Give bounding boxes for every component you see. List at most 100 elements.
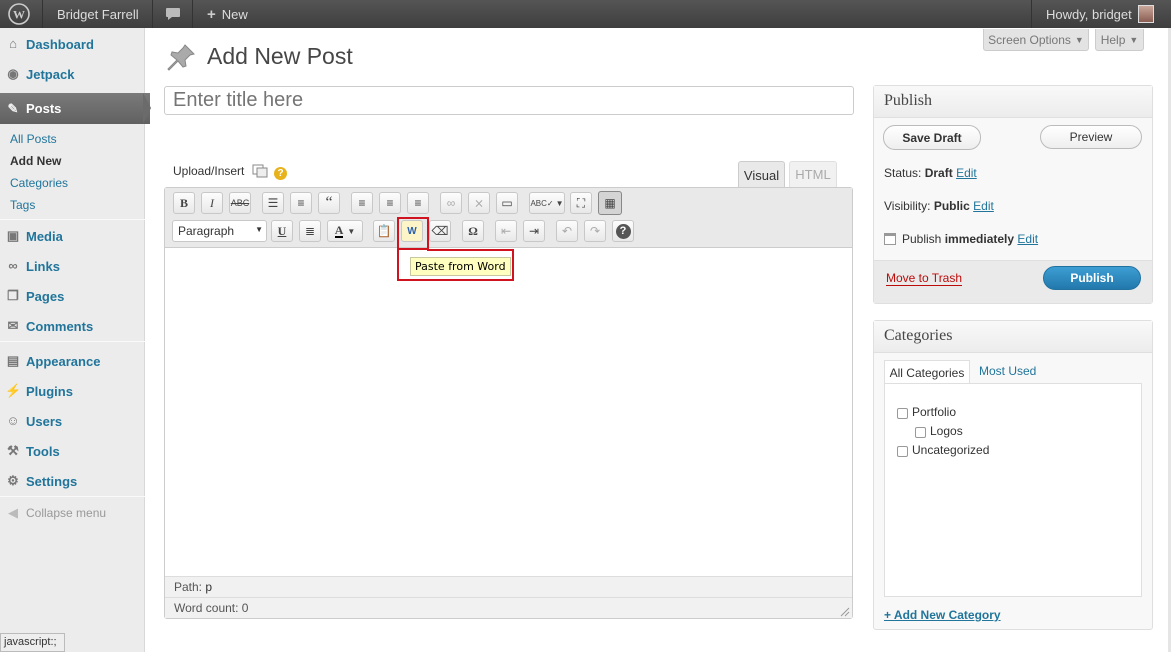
menu-divider — [0, 341, 145, 342]
highlight-box — [397, 217, 429, 250]
outdent-button[interactable]: ⇤ — [495, 220, 517, 242]
post-title-input[interactable] — [164, 86, 854, 115]
add-poll-icon[interactable]: ? — [274, 167, 287, 180]
sidebar-item-media[interactable]: ▣ Media — [0, 221, 143, 251]
unlink-button[interactable]: ⨯ — [468, 192, 490, 214]
submenu-all-posts[interactable]: All Posts — [10, 132, 57, 146]
kitchen-sink-toggle[interactable]: ▦ — [598, 191, 622, 215]
preview-button[interactable]: Preview — [1040, 125, 1142, 149]
help-button[interactable]: ? — [612, 220, 634, 242]
schedule-value: immediately — [944, 232, 1015, 246]
underline-button[interactable]: U — [271, 220, 293, 242]
undo-icon: ↶ — [561, 224, 573, 238]
move-to-trash-link[interactable]: Move to Trash — [886, 271, 963, 286]
sidebar-item-plugins[interactable]: ⚡ Plugins — [0, 376, 143, 406]
comments-bubble-icon[interactable] — [165, 0, 181, 28]
chevron-down-icon: ▼ — [347, 226, 356, 236]
sidebar-item-posts[interactable]: ✎ Posts — [0, 93, 143, 124]
edit-visibility-link[interactable]: Edit — [973, 199, 994, 213]
link-icon: ∞ — [446, 196, 456, 210]
resize-handle-icon[interactable] — [839, 605, 850, 617]
bullet-list-button[interactable]: ☰ — [262, 192, 284, 214]
remove-format-button[interactable]: ⌫ — [429, 220, 451, 242]
appearance-icon: ▤ — [6, 353, 20, 368]
sidebar-item-comments[interactable]: ✉ Comments — [0, 311, 143, 341]
omega-icon: Ω — [468, 223, 478, 238]
strikethrough-button[interactable]: ABC — [229, 192, 251, 214]
new-content-button[interactable]: + New — [207, 0, 248, 28]
spellcheck-button[interactable]: ABC✓ ▼ — [529, 192, 565, 214]
menu-divider — [0, 496, 145, 497]
collapse-menu-button[interactable]: ◀ Collapse menu — [0, 498, 143, 528]
chevron-down-icon: ▼ — [255, 225, 263, 234]
sidebar-item-jetpack[interactable]: ◉ Jetpack — [0, 59, 143, 89]
category-checkbox[interactable] — [897, 446, 908, 457]
submenu-tags[interactable]: Tags — [10, 198, 35, 212]
insert-more-button[interactable]: ▭ — [496, 192, 518, 214]
edit-status-link[interactable]: Edit — [956, 166, 977, 180]
status-value: Draft — [924, 166, 953, 180]
sidebar-item-links[interactable]: ∞ Links — [0, 251, 143, 281]
unlink-icon: ⨯ — [473, 196, 485, 210]
more-tag-icon: ▭ — [501, 196, 513, 210]
clipboard-icon: 📋 — [376, 224, 392, 238]
paste-from-word-tooltip: Paste from Word — [410, 257, 511, 276]
indent-button[interactable]: ⇥ — [523, 220, 545, 242]
sidebar-item-appearance[interactable]: ▤ Appearance — [0, 346, 143, 376]
align-center-button[interactable]: ≡ — [379, 192, 401, 214]
bullet-list-icon: ☰ — [267, 196, 279, 210]
category-checkbox[interactable] — [897, 408, 908, 419]
blockquote-button[interactable]: “ — [318, 192, 340, 214]
align-right-icon: ≡ — [414, 196, 422, 210]
svg-text:W: W — [13, 8, 25, 22]
sidebar-item-users[interactable]: ☺ Users — [0, 406, 143, 436]
special-character-button[interactable]: Ω — [462, 220, 484, 242]
sidebar-item-pages[interactable]: ❐ Pages — [0, 281, 143, 311]
fullscreen-button[interactable]: ⛶ — [570, 192, 592, 214]
path-element[interactable]: p — [205, 580, 212, 594]
undo-button[interactable]: ↶ — [556, 220, 578, 242]
publish-button[interactable]: Publish — [1043, 266, 1141, 290]
redo-button[interactable]: ↷ — [584, 220, 606, 242]
justify-button[interactable]: ≣ — [299, 220, 321, 242]
admin-bar: W Bridget Farrell + New Howdy, bridget — [0, 0, 1171, 28]
align-left-button[interactable]: ≡ — [351, 192, 373, 214]
paste-text-button[interactable]: 📋 — [373, 220, 395, 242]
numbered-list-button[interactable]: ≡ — [290, 192, 312, 214]
text-color-button[interactable]: A ▼ — [327, 220, 363, 242]
align-center-icon: ≡ — [386, 196, 394, 210]
add-new-category-link[interactable]: + Add New Category — [884, 608, 1001, 622]
italic-button[interactable]: I — [201, 192, 223, 214]
submenu-add-new[interactable]: Add New — [10, 154, 61, 168]
edit-schedule-link[interactable]: Edit — [1017, 232, 1038, 246]
account-menu[interactable]: Howdy, bridget — [1046, 0, 1154, 28]
wordpress-logo-icon[interactable]: W — [8, 0, 34, 28]
kitchen-sink-icon: ▦ — [604, 196, 616, 210]
tab-visual[interactable]: Visual — [738, 161, 785, 188]
blockquote-icon: “ — [325, 194, 333, 211]
align-right-button[interactable]: ≡ — [407, 192, 429, 214]
sidebar-item-tools[interactable]: ⚒ Tools — [0, 436, 143, 466]
tab-html[interactable]: HTML — [789, 161, 837, 187]
add-media-icon[interactable] — [252, 164, 268, 178]
chevron-down-icon: ▼ — [1129, 34, 1139, 45]
tab-most-used[interactable]: Most Used — [979, 364, 1036, 378]
screen-options-tab[interactable]: Screen Options ▼ — [983, 29, 1089, 51]
publish-box-title: Publish — [874, 86, 1152, 118]
fullscreen-icon: ⛶ — [576, 195, 586, 210]
help-tab[interactable]: Help ▼ — [1095, 29, 1144, 51]
format-select[interactable]: Paragraph ▼ — [172, 220, 267, 242]
users-icon: ☺ — [6, 413, 20, 428]
insert-link-button[interactable]: ∞ — [440, 192, 462, 214]
site-name-link[interactable]: Bridget Farrell — [57, 0, 139, 28]
category-checkbox[interactable] — [915, 427, 926, 438]
categories-box-title: Categories — [874, 321, 1152, 353]
sidebar-item-settings[interactable]: ⚙ Settings — [0, 466, 143, 496]
indent-icon: ⇥ — [528, 224, 540, 238]
bold-button[interactable]: B — [173, 192, 195, 214]
word-count: Word count: 0 — [174, 601, 249, 615]
tab-all-categories[interactable]: All Categories — [884, 360, 970, 384]
submenu-categories[interactable]: Categories — [10, 176, 68, 190]
sidebar-item-dashboard[interactable]: ⌂ Dashboard — [0, 29, 143, 59]
save-draft-button[interactable]: Save Draft — [883, 125, 981, 150]
